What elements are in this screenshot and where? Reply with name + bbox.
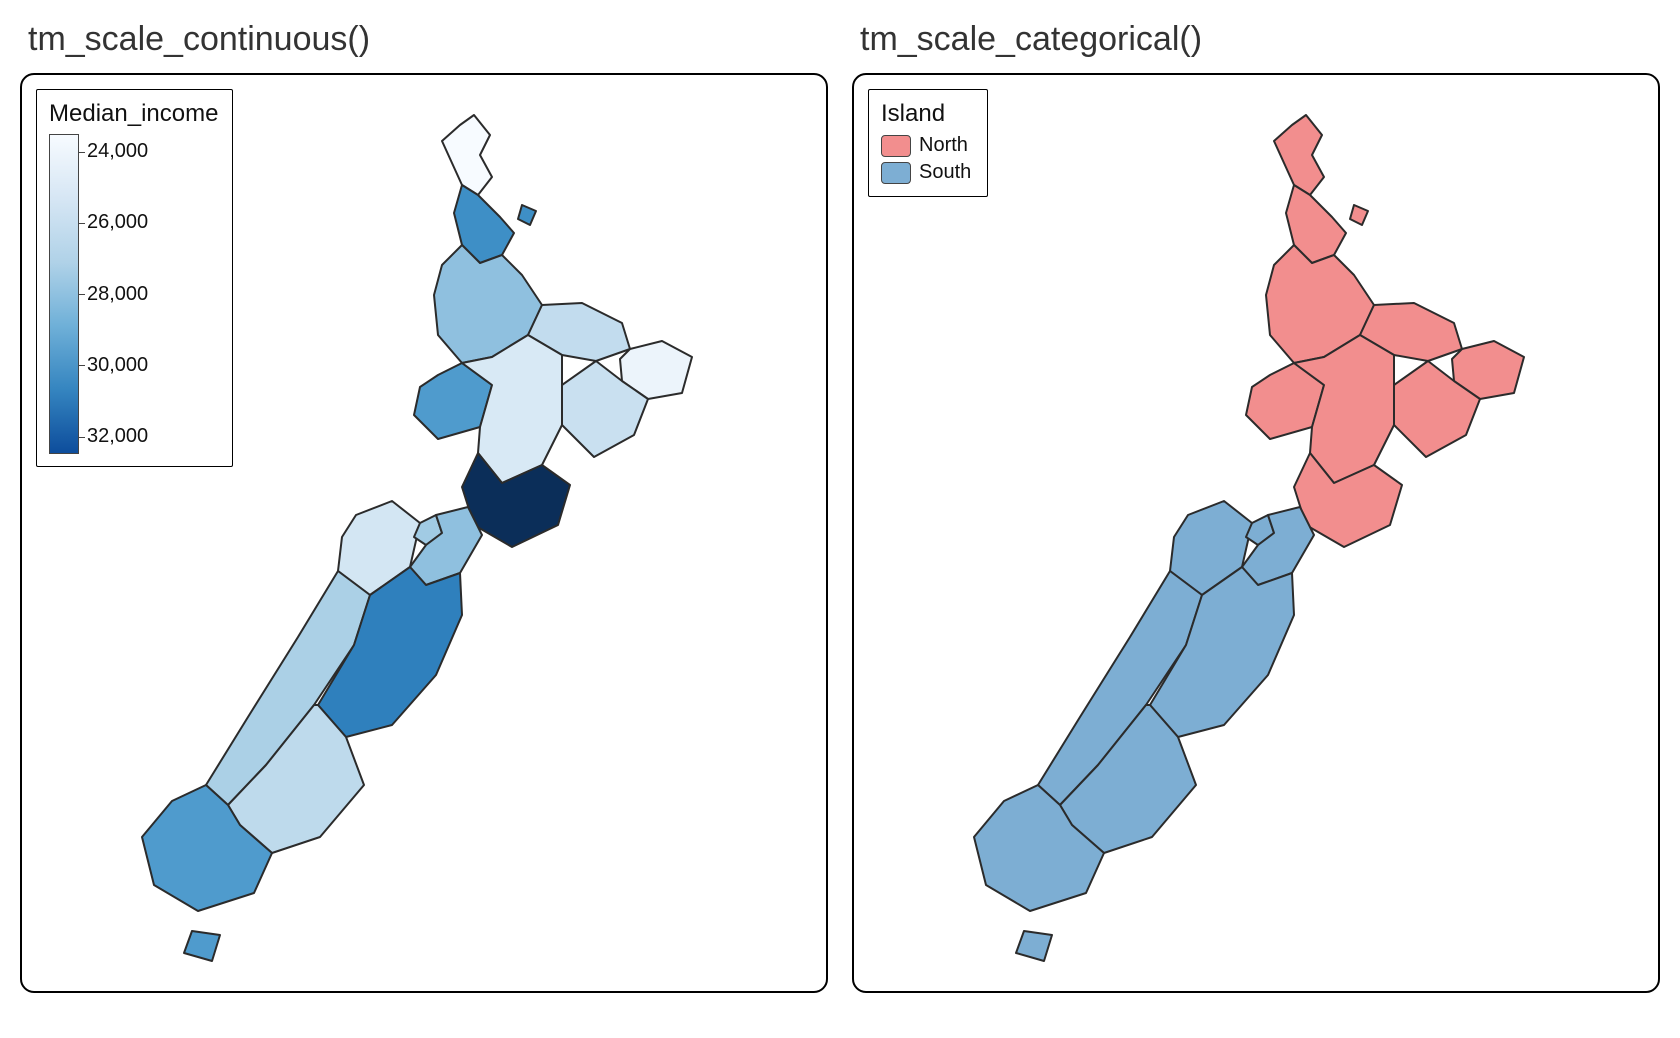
map-frame-left: Median_income 24,000 26,000 28,000 30,00…: [20, 73, 828, 993]
map-left: [22, 85, 822, 985]
region-northland-r: [1274, 115, 1324, 195]
map-frame-right: Island North South: [852, 73, 1660, 993]
region-marlborough-r: [1242, 507, 1314, 585]
panel-categorical: tm_scale_categorical() Island North Sout…: [852, 20, 1660, 993]
region-southland-islet: [184, 931, 220, 961]
region-auckland-islet-r: [1350, 205, 1368, 225]
map-right: [854, 85, 1654, 985]
region-southland-islet-r: [1016, 931, 1052, 961]
panel-title-right: tm_scale_categorical(): [852, 20, 1660, 59]
region-marlborough: [410, 507, 482, 585]
region-northland: [442, 115, 492, 195]
panel-continuous: tm_scale_continuous() Median_income 24,0…: [20, 20, 828, 993]
panel-title-left: tm_scale_continuous(): [20, 20, 828, 59]
region-auckland-islet: [518, 205, 536, 225]
